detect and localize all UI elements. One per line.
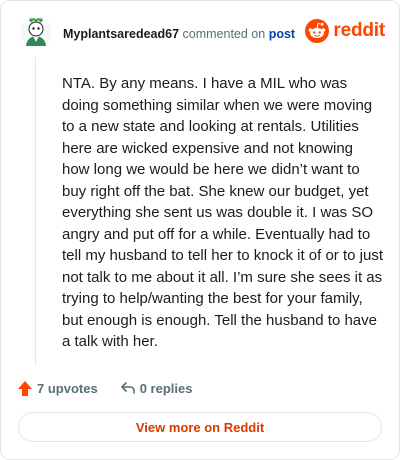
reddit-logo-icon bbox=[305, 19, 330, 43]
reddit-brand[interactable]: reddit bbox=[305, 19, 385, 43]
upvote-count: 7 upvotes bbox=[37, 380, 98, 396]
username-link[interactable]: Myplantsaredead67 bbox=[63, 27, 179, 41]
comment-actions: 7 upvotes 0 replies bbox=[17, 377, 192, 399]
user-avatar[interactable] bbox=[19, 15, 53, 49]
comment-meta: Myplantsaredead67 commented on post bbox=[63, 27, 295, 41]
view-more-button[interactable]: View more on Reddit bbox=[18, 412, 382, 442]
upvote-arrow-icon bbox=[18, 380, 32, 396]
reply-arrow-icon bbox=[120, 382, 135, 394]
thread-line bbox=[35, 57, 36, 365]
comment-card: Myplantsaredead67 commented on post redd… bbox=[0, 0, 400, 460]
reply-button[interactable]: 0 replies bbox=[120, 380, 193, 396]
reddit-wordmark: reddit bbox=[333, 20, 385, 41]
reply-count: 0 replies bbox=[139, 380, 193, 396]
comment-header: Myplantsaredead67 commented on post redd… bbox=[17, 15, 385, 51]
comment-body: NTA. By any means. I have a MIL who was … bbox=[62, 75, 383, 350]
action-text: commented on bbox=[182, 27, 266, 41]
upvote-button[interactable]: 7 upvotes bbox=[17, 380, 98, 397]
snoo-avatar-icon bbox=[20, 16, 52, 48]
post-link[interactable]: post bbox=[269, 27, 295, 41]
